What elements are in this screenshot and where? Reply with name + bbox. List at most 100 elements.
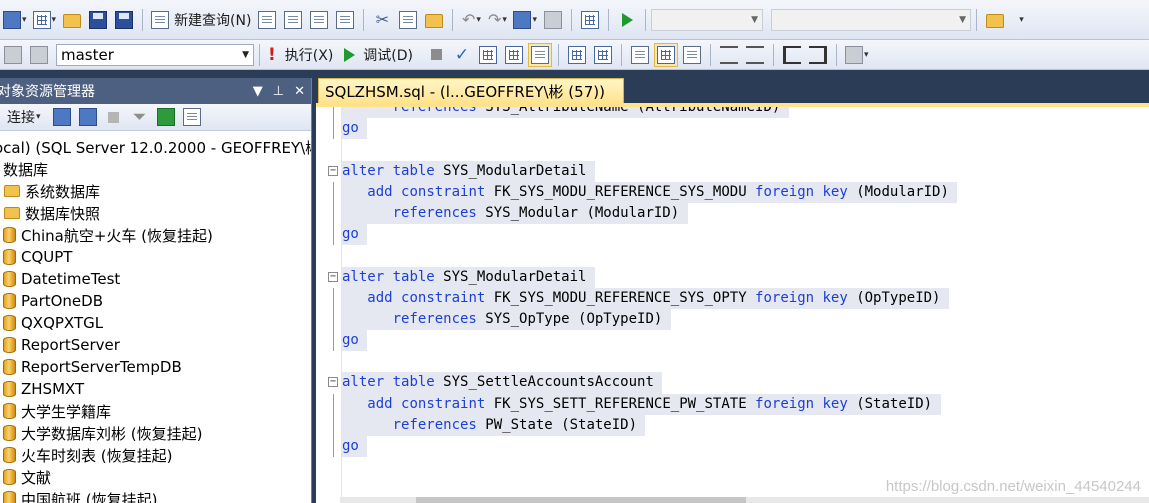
display-estimated-plan-button[interactable] [476,43,500,67]
code-line[interactable]: go [333,118,1149,140]
mdx-query-button[interactable] [281,8,305,32]
code-line[interactable]: add constraint FK_SYS_MODU_REFERENCE_SYS… [333,181,1149,203]
code-line-content: references SYS_AttributeName (AttributeN… [342,107,789,119]
close-icon[interactable]: ✕ [294,84,305,99]
code-line[interactable]: go [333,224,1149,246]
code-line[interactable]: add constraint FK_SYS_MODU_REFERENCE_SYS… [333,287,1149,309]
activity-monitor-button[interactable] [578,8,602,32]
solution-platform-combo[interactable]: ▼ [771,8,971,31]
save-button[interactable] [86,8,110,32]
databases-node[interactable]: 数据库 [0,158,311,180]
change-connection-button[interactable] [27,43,51,67]
code-line[interactable]: go [333,330,1149,352]
results-to-grid-button[interactable] [654,42,678,67]
toolbar-options-button[interactable]: ▾ [1009,8,1033,32]
code-line[interactable] [342,245,1149,266]
tree-node[interactable]: DatetimeTest [0,268,311,290]
start-button[interactable] [615,8,639,32]
add-item-button[interactable]: ▾ [31,8,59,32]
results-to-text-button[interactable] [628,43,652,67]
redo-button[interactable]: ↷ ▾ [485,8,509,32]
available-databases-combo[interactable]: master ▼ [56,43,254,66]
tree-node[interactable]: QXQPXTGL [0,312,311,334]
cancel-query-button[interactable] [424,43,448,67]
code-line[interactable] [342,139,1149,160]
code-line[interactable] [342,457,1149,478]
copy-button[interactable] [396,8,420,32]
parse-button[interactable]: ✓ [450,43,474,67]
code-line[interactable]: − alter table SYS_ModularDetail [328,266,1149,288]
cut-button[interactable]: ✂ [370,8,394,32]
execute-button[interactable]: ! 执行(X) [266,43,335,67]
window-position-icon[interactable]: ▼ [253,84,263,99]
new-window-button[interactable]: ▾ [1,8,29,32]
code-line[interactable]: references SYS_AttributeName (AttributeN… [333,107,1149,119]
tree-node[interactable]: ReportServerTempDB [0,356,311,378]
tree-node[interactable]: 文献 [0,466,311,488]
stop-button[interactable] [102,105,126,129]
tree-node[interactable]: 系统数据库 [0,180,311,202]
code-line[interactable]: − alter table SYS_ModularDetail [328,160,1149,182]
filter-button[interactable]: ⏷ [128,105,152,129]
properties-button[interactable] [983,8,1007,32]
object-explorer-titlebar: 对象资源管理器 ▼ ⊥ ✕ [0,78,311,104]
tree-node[interactable]: 数据库快照 [0,202,311,224]
dmx-query-button[interactable] [307,8,331,32]
paste-button[interactable] [422,8,446,32]
connect-object-button[interactable] [50,105,74,129]
tree-node[interactable]: PartOneDB [0,290,311,312]
code-line[interactable]: − alter table SYS_SettleAccountsAccount [328,372,1149,394]
navigate-forward-button[interactable] [541,8,565,32]
connect-button[interactable] [1,43,25,67]
document-tab-sqlzhsm[interactable]: SQLZHSM.sql - (l...GEOFFREY\彬 (57)) [318,78,624,104]
open-file-button[interactable] [60,8,84,32]
decrease-indent-button[interactable] [780,43,804,67]
collapse-icon[interactable]: − [328,165,338,176]
activity-monitor-button[interactable] [180,105,204,129]
tree-node[interactable]: 大学生学籍库 [0,400,311,422]
code-line[interactable]: references SYS_Modular (ModularID) [333,202,1149,225]
sql-code-editor[interactable]: references SYS_AttributeName (AttributeN… [316,107,1149,503]
client-statistics-button[interactable] [591,43,615,67]
refresh-button[interactable] [154,105,178,129]
collapse-icon[interactable]: − [328,377,338,388]
code-line[interactable] [342,351,1149,372]
undo-button[interactable]: ↶ ▾ [459,8,483,32]
tree-node[interactable]: ZHSMXT [0,378,311,400]
results-to-file-button[interactable] [680,43,704,67]
databases-node-label: 数据库 [3,160,49,179]
tree-node[interactable]: ReportServer [0,334,311,356]
query-designer-button[interactable] [502,43,526,67]
code-line[interactable]: add constraint FK_SYS_SETT_REFERENCE_PW_… [333,393,1149,415]
xmla-query-button[interactable] [333,8,357,32]
tree-node[interactable]: 大学数据库刘彬 (恢复挂起) [0,422,311,444]
navigate-backward-button[interactable]: ▾ [511,8,539,32]
db-engine-query-button[interactable] [255,8,279,32]
solution-config-combo[interactable]: ▼ [651,8,763,31]
code-area[interactable]: references SYS_AttributeName (AttributeN… [328,107,1149,478]
uncomment-button[interactable] [743,43,767,67]
connect-dropdown-button[interactable]: 连接 ▾ [5,105,43,129]
collapse-icon[interactable]: − [328,271,338,282]
debug-button[interactable]: 调试(D) [342,43,415,67]
server-node[interactable]: ocal) (SQL Server 12.0.2000 - GEOFFREY\彬… [0,136,311,158]
increase-indent-button[interactable] [806,43,830,67]
disconnect-button[interactable] [76,105,100,129]
include-actual-plan-button[interactable] [565,43,589,67]
save-all-button[interactable] [112,8,136,32]
specify-template-values-button[interactable]: ▾ [843,43,871,67]
code-line[interactable]: references SYS_OpType (OpTypeID) [333,308,1149,331]
horizontal-scrollbar[interactable] [340,497,1149,503]
tree-node[interactable]: CQUPT [0,246,311,268]
pin-icon[interactable]: ⊥ [273,84,284,99]
code-line[interactable]: go [333,436,1149,458]
tree-node[interactable]: 中国航班 (恢复挂起) [0,488,311,503]
intellisense-button[interactable] [528,42,552,67]
scrollbar-thumb[interactable] [416,497,746,503]
new-query-button[interactable]: 新建查询(N) [149,8,253,32]
comment-button[interactable] [717,43,741,67]
code-line[interactable]: references PW_State (StateID) [333,414,1149,437]
tree-node[interactable]: 火车时刻表 (恢复挂起) [0,444,311,466]
tree-node[interactable]: China航空+火车 (恢复挂起) [0,224,311,246]
